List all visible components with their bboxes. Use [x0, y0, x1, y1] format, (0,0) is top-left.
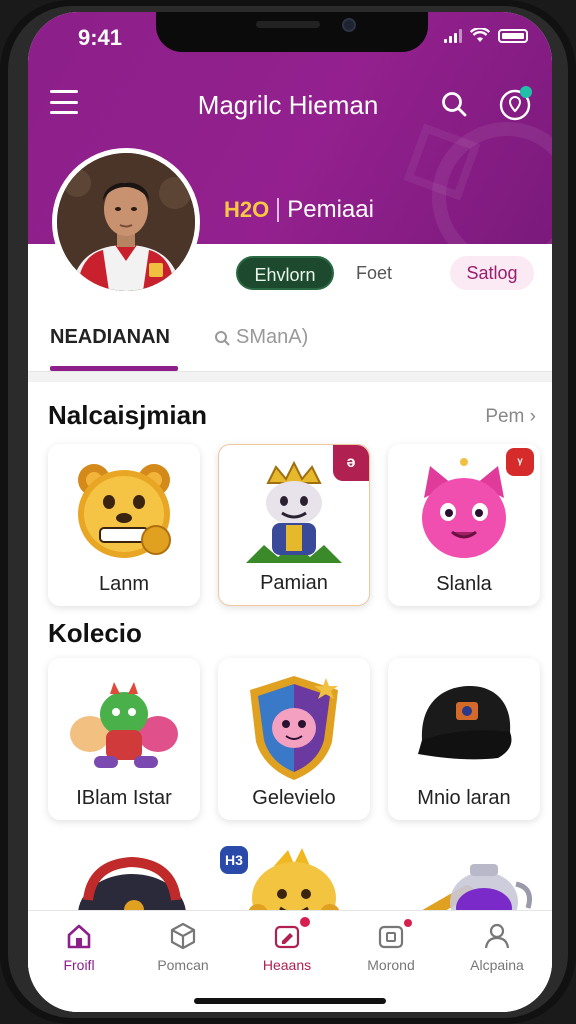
- card-label: Mnio laran: [417, 787, 511, 809]
- section-title: Kolecio: [48, 618, 142, 648]
- team-badge: H2O Pemiaai: [224, 196, 374, 224]
- signal-icon: [444, 29, 462, 43]
- user-icon: [484, 923, 510, 949]
- nav-label: Alcpaina: [470, 957, 524, 973]
- divider: [28, 372, 552, 382]
- tab-second-label: SManA): [236, 326, 309, 348]
- profile-content: Ehvlorn Foet Satlog NEADIANAN SManA) Nal…: [28, 244, 552, 1012]
- tab-bar: NEADIANAN SManA): [28, 320, 552, 372]
- section-link-label: Pem: [485, 406, 525, 427]
- notification-dot: [300, 917, 310, 927]
- wifi-icon: [470, 28, 490, 42]
- nav-item-pomcan[interactable]: Pomcan: [138, 921, 228, 973]
- status-icons: [444, 28, 528, 44]
- filter-chip[interactable]: Foet: [356, 256, 392, 290]
- home-indicator[interactable]: [194, 998, 386, 1004]
- team-logo: H2O: [224, 197, 270, 222]
- card-label: Slanla: [436, 573, 492, 595]
- collectible-card[interactable]: ᵞ Slanla: [388, 444, 540, 606]
- chevron-right-icon: ›: [529, 406, 536, 427]
- menu-icon[interactable]: [50, 90, 78, 114]
- tab-second[interactable]: SManA): [214, 326, 308, 349]
- collectible-card[interactable]: Gelevielo: [218, 658, 370, 820]
- collectible-card[interactable]: Mnio laran: [388, 658, 540, 820]
- collectible-card[interactable]: ǝ Pamian: [218, 444, 370, 606]
- card-label: Gelevielo: [252, 787, 336, 809]
- card-label: Lanm: [98, 573, 150, 595]
- tab-first[interactable]: NEADIANAN: [50, 326, 170, 349]
- collectible-card[interactable]: Lanm: [48, 444, 200, 606]
- collectible-card[interactable]: IBlam Istar: [48, 658, 200, 820]
- monster-group-icon: [70, 682, 178, 768]
- page-title: Magrilc Hieman: [197, 90, 379, 120]
- filter-chip-outline[interactable]: Satlog: [450, 256, 534, 290]
- nav-label: Morond: [367, 957, 415, 973]
- section-title: Nalcaisjmian: [48, 400, 207, 430]
- notification-dot: [404, 919, 412, 927]
- search-icon[interactable]: [440, 90, 468, 118]
- card-badge: ᵞ: [506, 448, 534, 476]
- frame-icon: [378, 925, 404, 949]
- card-badge: ǝ: [333, 445, 369, 481]
- nav-item-morond[interactable]: Morond: [346, 921, 436, 973]
- nav-item-alcpaina[interactable]: Alcpaina: [452, 921, 542, 973]
- shield-creature-icon: [250, 676, 338, 780]
- divider: [277, 198, 280, 222]
- team-name: Pemiaai: [287, 196, 374, 223]
- avatar[interactable]: [52, 148, 200, 296]
- avatar-photo: [57, 153, 195, 291]
- card-label: Pamian: [260, 572, 328, 594]
- section-more-link[interactable]: Pem ›: [485, 406, 536, 428]
- black-cap-icon: [418, 686, 512, 760]
- box-icon: [170, 922, 196, 950]
- bear-coin-icon: [78, 464, 171, 558]
- battery-icon: [498, 29, 528, 43]
- nav-item-heaans[interactable]: Heaans: [242, 921, 332, 973]
- filter-chip-active[interactable]: Ehvlorn: [236, 256, 334, 290]
- card-badge: H3: [220, 846, 248, 874]
- card-label: IBlam Istar: [76, 787, 172, 809]
- nav-label: Froifl: [63, 957, 95, 973]
- front-camera-icon: [342, 18, 356, 32]
- notification-dot: [520, 86, 532, 98]
- nav-label: Heaans: [262, 957, 312, 973]
- speaker: [256, 21, 320, 28]
- pink-cat-icon: [422, 458, 506, 558]
- notch: [156, 12, 428, 52]
- status-time: 9:41: [78, 25, 123, 50]
- active-tab-indicator: [50, 366, 178, 371]
- home-icon: [67, 924, 91, 949]
- edit-icon: [274, 925, 300, 949]
- player-portrait-icon: [57, 153, 195, 291]
- nav-item-profile[interactable]: Froifl: [34, 921, 124, 973]
- bottom-nav: Froifl Pomcan Heaans Morond Alcpaina: [28, 910, 552, 1012]
- nav-label: Pomcan: [157, 957, 209, 973]
- app-screen: 9:41 Magrilc Hieman H2O Pemiaai Ehvlorn …: [28, 12, 552, 1012]
- phone-frame: 9:41 Magrilc Hieman H2O Pemiaai Ehvlorn …: [0, 0, 576, 1024]
- search-icon: [215, 330, 230, 346]
